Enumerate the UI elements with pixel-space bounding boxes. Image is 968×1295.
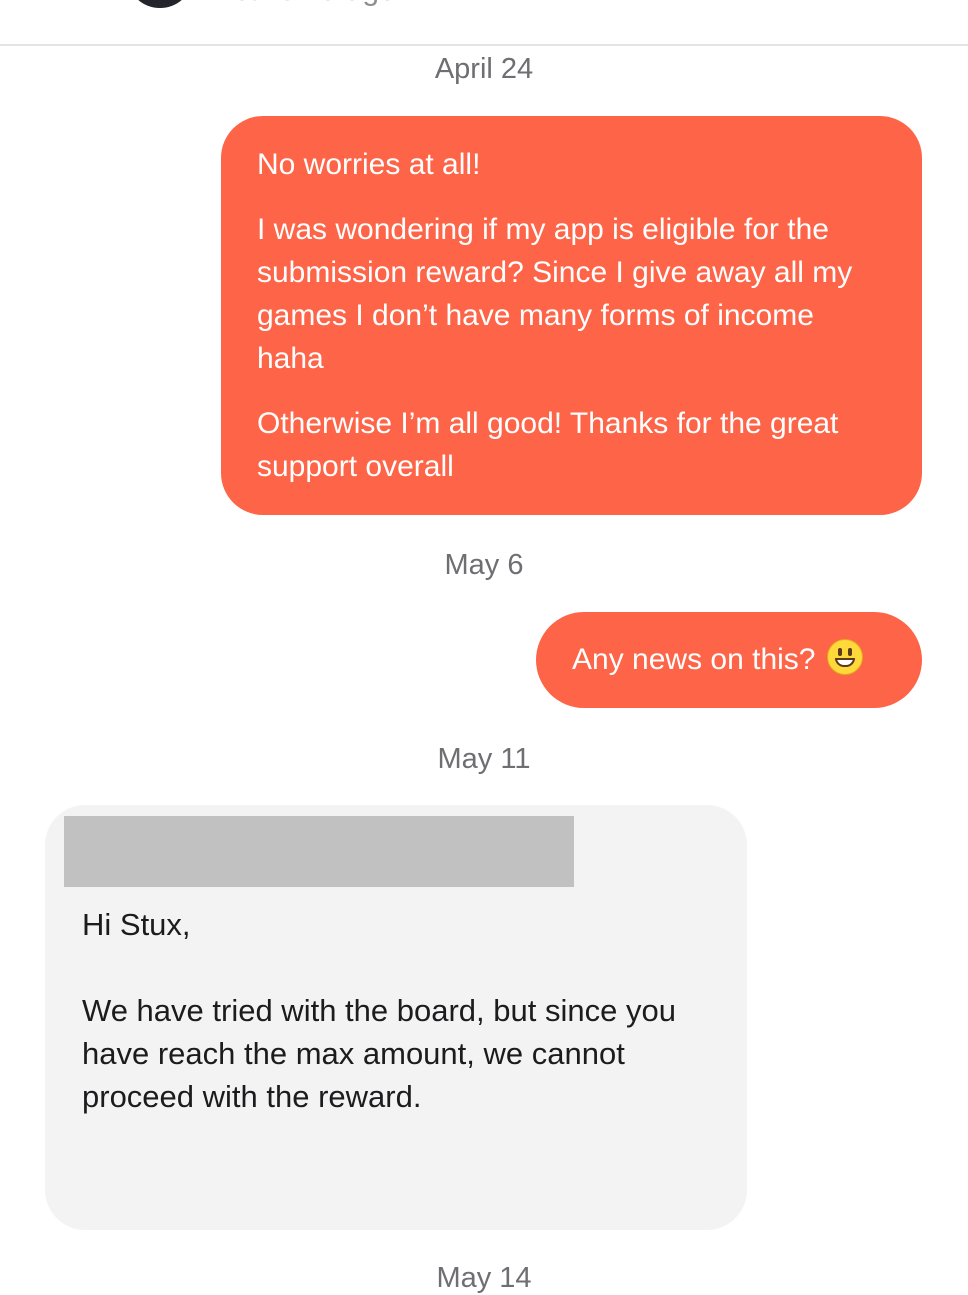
grinning-face-emoji-icon — [827, 639, 864, 675]
message-greeting: Hi Stux, — [82, 907, 191, 942]
message-body: We have tried with the board, but since … — [82, 993, 676, 1114]
date-separator: May 14 — [436, 1262, 532, 1294]
redacted-content — [64, 816, 574, 887]
date-separator: May 6 — [444, 549, 524, 581]
outgoing-message[interactable]: Any news on this? — [536, 612, 922, 708]
message-paragraph: No worries at all! — [257, 148, 481, 181]
avatar[interactable] — [128, 0, 192, 8]
date-separator: May 11 — [437, 743, 531, 775]
message-text: Any news on this? — [572, 643, 816, 676]
date-separator: April 24 — [434, 53, 534, 85]
active-status: Active 1d ago — [214, 0, 396, 8]
incoming-message[interactable]: Hi Stux, We have tried with the board, b… — [45, 805, 747, 1230]
conversation-header: Active 1d ago — [0, 0, 968, 46]
message-paragraph: I was wondering if my app is eligible fo… — [257, 213, 853, 375]
message-paragraph: Otherwise I’m all good! Thanks for the g… — [257, 407, 839, 483]
outgoing-message[interactable]: No worries at all! I was wondering if my… — [221, 116, 922, 515]
